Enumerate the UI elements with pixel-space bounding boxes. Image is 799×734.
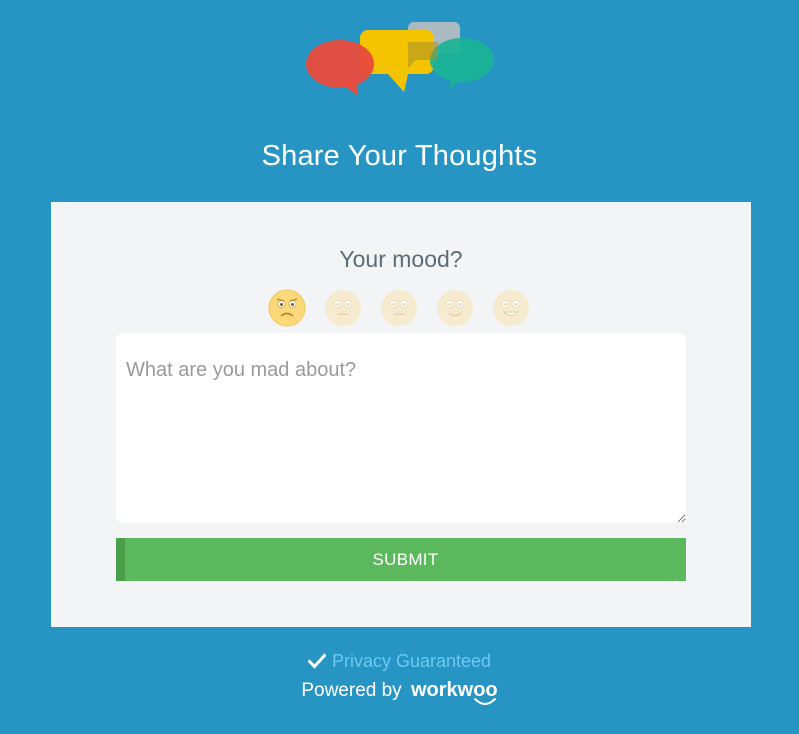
privacy-link[interactable]: Privacy Guaranteed <box>332 651 491 671</box>
feedback-card: Your mood? What are you mad about? SUBMI… <box>51 202 751 627</box>
powered-by: Powered by workwoo <box>0 677 799 705</box>
checkmark-icon <box>307 651 327 675</box>
sad-face-icon[interactable] <box>324 289 362 327</box>
submit-button[interactable]: SUBMIT <box>116 538 686 581</box>
privacy-notice: Privacy Guaranteed <box>0 649 799 675</box>
mood-selector <box>268 289 538 327</box>
speech-bubbles-icon <box>304 20 496 96</box>
mad-face-icon[interactable] <box>268 289 306 327</box>
powered-by-label: Powered by <box>301 680 402 701</box>
feedback-input[interactable] <box>116 333 686 523</box>
mood-label: Your mood? <box>339 246 463 272</box>
smile-icon <box>473 698 496 705</box>
page-title: Share Your Thoughts <box>261 140 538 172</box>
neutral-face-icon[interactable] <box>380 289 418 327</box>
happy-face-icon[interactable] <box>436 289 474 327</box>
excited-face-icon[interactable] <box>492 289 530 327</box>
workwoo-logo[interactable]: workwoo <box>411 677 498 705</box>
